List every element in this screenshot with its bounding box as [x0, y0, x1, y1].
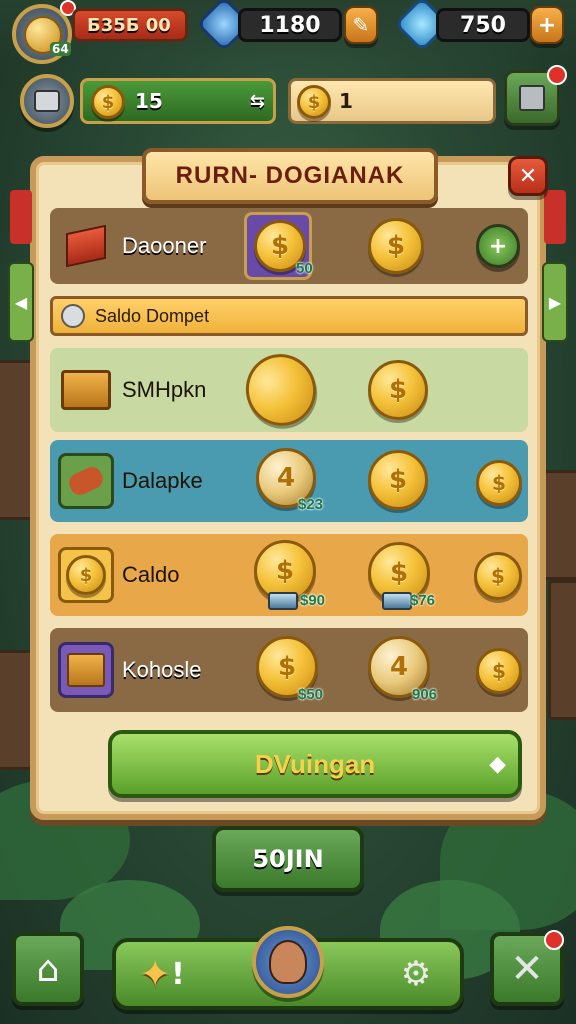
panel-tab-left: [10, 190, 32, 244]
plus-icon: +: [537, 12, 557, 38]
add-diamonds-button[interactable]: +: [530, 6, 564, 44]
player-name-bar: Б35Б 00: [72, 8, 188, 42]
coin-icon: $: [474, 552, 522, 600]
diamond-indicator-icon: ◆: [489, 751, 506, 777]
avatar-button[interactable]: [252, 926, 324, 998]
coin-icon: $: [91, 85, 125, 119]
coin-bag-icon: $: [58, 547, 114, 603]
pencil-button[interactable]: ✎: [344, 6, 378, 44]
card-icon: [268, 592, 298, 610]
crate-icon: [58, 642, 114, 698]
chest-icon: [58, 362, 114, 418]
close-button[interactable]: ✕: [490, 930, 564, 1006]
panel-tab-right: [544, 190, 566, 244]
avatar-icon: [269, 940, 307, 984]
panel-title-banner: RURN- DOGIANAK: [142, 148, 438, 204]
coin-icon: $: [476, 460, 522, 506]
coin-icon: $: [368, 218, 424, 274]
notification-dot: [544, 930, 564, 950]
shield-icon: [61, 304, 85, 328]
diamonds-counter: 750: [436, 8, 530, 42]
puzzle-button[interactable]: ✦ !: [130, 944, 194, 1004]
puzzle-icon: ✦: [139, 952, 172, 996]
close-icon: ✕: [518, 163, 538, 189]
saldo-bar: Saldo Dompet: [50, 296, 528, 336]
coins-counter: $ 15 ⇆: [80, 78, 276, 124]
brick-icon: [58, 218, 114, 274]
robot-button[interactable]: [20, 74, 74, 128]
shop-row[interactable]: SMHpkn $: [50, 344, 528, 436]
confirm-button[interactable]: DVuingan ◆: [108, 730, 522, 798]
shop-row[interactable]: Daooner $ 50 $ +: [50, 208, 528, 284]
secondary-button[interactable]: 50JIN: [212, 826, 364, 892]
hammer-icon: [58, 453, 114, 509]
left-arrow-button[interactable]: ◀: [8, 262, 34, 342]
settings-icon: ⚙: [400, 954, 432, 994]
pencil-icon: ✎: [352, 13, 370, 37]
player-avatar-frame[interactable]: 64: [12, 0, 76, 64]
panel-title: RURN- DOGIANAK: [175, 162, 405, 189]
gems-counter: 1180: [238, 8, 342, 42]
level-badge: 64: [50, 42, 71, 56]
refresh-icon[interactable]: ⇆: [250, 91, 265, 112]
plus-icon: +: [488, 233, 508, 259]
close-icon: ✕: [510, 946, 544, 992]
coin-icon: $: [368, 450, 428, 510]
secondary-counter: $ 1: [288, 78, 496, 124]
right-arrow-button[interactable]: ▶: [542, 262, 568, 342]
home-icon: ⌂: [36, 948, 60, 990]
coin-icon: $: [476, 648, 522, 694]
big-coin-icon: [235, 344, 327, 436]
coin-icon: $: [297, 85, 331, 119]
add-item-button[interactable]: +: [476, 224, 520, 268]
chest-icon: [519, 85, 545, 111]
settings-button[interactable]: ⚙: [384, 944, 448, 1004]
card-icon: [382, 592, 412, 610]
close-panel-button[interactable]: ✕: [508, 156, 548, 196]
storage-button[interactable]: [504, 65, 567, 126]
shop-row[interactable]: $ Caldo $ $90 $ $76 $: [50, 534, 528, 616]
robot-icon: [34, 90, 60, 112]
shop-row[interactable]: Kohosle $ $50 4 906 $: [50, 628, 528, 712]
notification-dot: [547, 65, 567, 85]
home-button[interactable]: ⌂: [12, 932, 84, 1006]
shop-row[interactable]: Dalapke 4 $23 $ $: [50, 440, 528, 522]
coin-icon: $: [368, 360, 428, 420]
